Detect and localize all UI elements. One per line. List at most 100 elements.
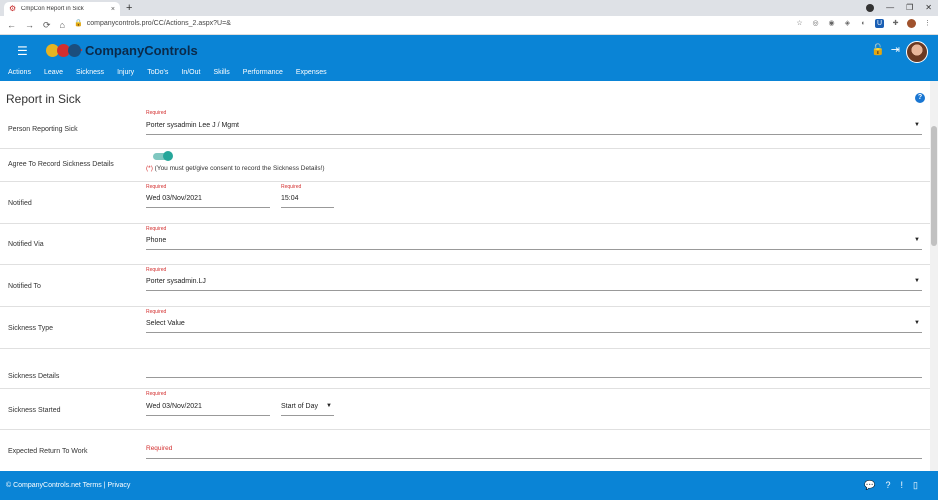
brand-name: CompanyControls <box>85 43 198 58</box>
sickness-details-label: Sickness Details <box>8 373 60 380</box>
browser-tab-bar: ⚙ CmpCon Report in Sick × + — ❐ ✕ <box>0 0 938 16</box>
help-icon[interactable]: ? <box>915 93 925 103</box>
terms-link[interactable]: Terms <box>83 482 102 489</box>
mobile-icon[interactable]: ▯ <box>913 480 918 491</box>
person-reporting-label: Person Reporting Sick <box>8 126 78 133</box>
required-hint: Required <box>146 391 167 397</box>
minimize-button[interactable]: — <box>886 1 894 15</box>
agree-toggle[interactable] <box>153 151 173 161</box>
restore-button[interactable]: ❐ <box>906 1 913 15</box>
required-hint: Required <box>146 110 167 116</box>
window-controls: — ❐ ✕ <box>866 1 932 15</box>
scrollbar-thumb[interactable] <box>931 126 937 246</box>
lock-icon[interactable]: 🔓 <box>871 43 885 56</box>
home-button[interactable]: ⌂ <box>60 20 65 31</box>
row-notified-via: Notified Via Required Phone ▼ <box>0 224 930 265</box>
row-notified: Notified Required Wed 03/Nov/2021 Requir… <box>0 182 930 224</box>
menu-item-skills[interactable]: Skills <box>213 69 229 76</box>
notified-label: Notified <box>8 200 32 207</box>
url-text: companycontrols.pro/CC/Actions_2.aspx?U=… <box>86 19 231 27</box>
caret-down-icon: ▼ <box>914 237 920 243</box>
sickness-started-date-input[interactable]: Wed 03/Nov/2021 <box>146 403 270 416</box>
consent-text: (*) (You must get/give consent to record… <box>146 165 325 172</box>
favicon-icon: ⚙ <box>9 4 17 13</box>
required-hint: Required <box>281 184 302 190</box>
help-circle-icon[interactable]: ? <box>886 480 891 491</box>
extension-icon[interactable]: ◎ <box>811 19 820 28</box>
puzzle-icon[interactable]: ✚ <box>891 19 900 28</box>
notified-via-select[interactable]: Phone ▼ <box>146 237 922 250</box>
row-notified-to: Notified To Required Porter sysadmin.LJ … <box>0 265 930 307</box>
row-expected-return: Expected Return To Work Required <box>0 430 930 463</box>
extension-icon[interactable]: U <box>875 19 884 28</box>
reload-button[interactable]: ⟳ <box>43 20 51 31</box>
new-tab-button[interactable]: + <box>126 1 132 15</box>
notified-to-select[interactable]: Porter sysadmin.LJ ▼ <box>146 278 922 291</box>
sickness-started-period-select[interactable]: Start of Day ▼ <box>281 403 334 416</box>
expected-return-input[interactable] <box>146 446 922 459</box>
caret-down-icon: ▼ <box>914 122 920 128</box>
menu-item-performance[interactable]: Performance <box>243 69 283 76</box>
nav-buttons: ← → ⟳ ⌂ <box>7 20 65 31</box>
forward-button[interactable]: → <box>25 20 34 31</box>
more-icon[interactable]: ⋮ <box>923 19 932 28</box>
bookmark-star-icon[interactable]: ☆ <box>795 19 804 28</box>
extensions: ☆ ◎ ◉ ◈ ◐ U ✚ ⋮ <box>795 19 932 28</box>
account-icon[interactable] <box>866 4 875 12</box>
notified-to-label: Notified To <box>8 283 41 290</box>
address-bar[interactable]: 🔒 companycontrols.pro/CC/Actions_2.aspx?… <box>74 19 231 28</box>
browser-toolbar: ← → ⟳ ⌂ 🔒 companycontrols.pro/CC/Actions… <box>0 16 938 35</box>
required-hint: Required <box>146 309 167 315</box>
expected-return-label: Expected Return To Work <box>8 448 88 455</box>
extension-icon[interactable]: ◐ <box>859 19 868 28</box>
logo[interactable]: CompanyControls <box>46 43 198 58</box>
caret-down-icon: ▼ <box>914 320 920 326</box>
browser-tab[interactable]: ⚙ CmpCon Report in Sick × <box>4 2 120 16</box>
row-sickness-type: Sickness Type Required Select Value ▼ <box>0 307 930 349</box>
sickness-type-label: Sickness Type <box>8 325 54 332</box>
required-hint: Required <box>146 184 167 190</box>
person-reporting-select[interactable]: Porter sysadmin Lee J / Mgmt ▼ <box>146 122 922 135</box>
required-hint: Required <box>146 267 167 273</box>
copyright-text: © CompanyControls.net <box>6 482 81 489</box>
footer-icons: 💬 ? ! ▯ <box>864 480 918 491</box>
menu-item-todos[interactable]: ToDo's <box>147 69 168 76</box>
tab-close-icon[interactable]: × <box>111 6 115 13</box>
page-scrollbar[interactable] <box>930 81 938 471</box>
lock-icon: 🔒 <box>74 20 83 27</box>
profile-avatar-icon[interactable] <box>907 19 916 28</box>
privacy-link[interactable]: Privacy <box>107 482 130 489</box>
sickness-type-select[interactable]: Select Value ▼ <box>146 320 922 333</box>
hamburger-menu-icon[interactable]: ☰ <box>17 44 28 58</box>
caret-down-icon: ▼ <box>914 278 920 284</box>
footer-text: © CompanyControls.net Terms | Privacy <box>6 482 130 489</box>
main-menu: Actions Leave Sickness Injury ToDo's In/… <box>0 69 332 76</box>
menu-item-leave[interactable]: Leave <box>44 69 63 76</box>
menu-item-injury[interactable]: Injury <box>117 69 134 76</box>
row-person-reporting: Person Reporting Sick Required Porter sy… <box>0 109 930 149</box>
menu-item-sickness[interactable]: Sickness <box>76 69 104 76</box>
back-button[interactable]: ← <box>7 20 16 31</box>
extension-icon[interactable]: ◉ <box>827 19 836 28</box>
footer: © CompanyControls.net Terms | Privacy 💬 … <box>0 471 938 500</box>
close-window-button[interactable]: ✕ <box>925 1 932 15</box>
notified-time-input[interactable]: 15:04 <box>281 195 334 208</box>
tab-title: CmpCon Report in Sick <box>21 6 84 12</box>
logo-dot-blue <box>68 44 81 57</box>
notified-date-input[interactable]: Wed 03/Nov/2021 <box>146 195 270 208</box>
feedback-icon[interactable]: ! <box>901 480 904 491</box>
menu-item-inout[interactable]: In/Out <box>181 69 200 76</box>
footer-separator: | <box>103 482 106 489</box>
notified-via-label: Notified Via <box>8 241 44 248</box>
logout-icon[interactable]: ⇥ <box>891 43 900 56</box>
row-sickness-started: Sickness Started Required Wed 03/Nov/202… <box>0 389 930 430</box>
sickness-details-textarea[interactable] <box>146 365 922 378</box>
extension-icon[interactable]: ◈ <box>843 19 852 28</box>
required-hint: Required <box>146 226 167 232</box>
chat-icon[interactable]: 💬 <box>864 480 875 491</box>
row-sickness-details: Sickness Details <box>0 349 930 389</box>
menu-item-expenses[interactable]: Expenses <box>296 69 327 76</box>
user-avatar[interactable] <box>906 41 928 63</box>
sickness-started-label: Sickness Started <box>8 407 61 414</box>
menu-item-actions[interactable]: Actions <box>8 69 31 76</box>
